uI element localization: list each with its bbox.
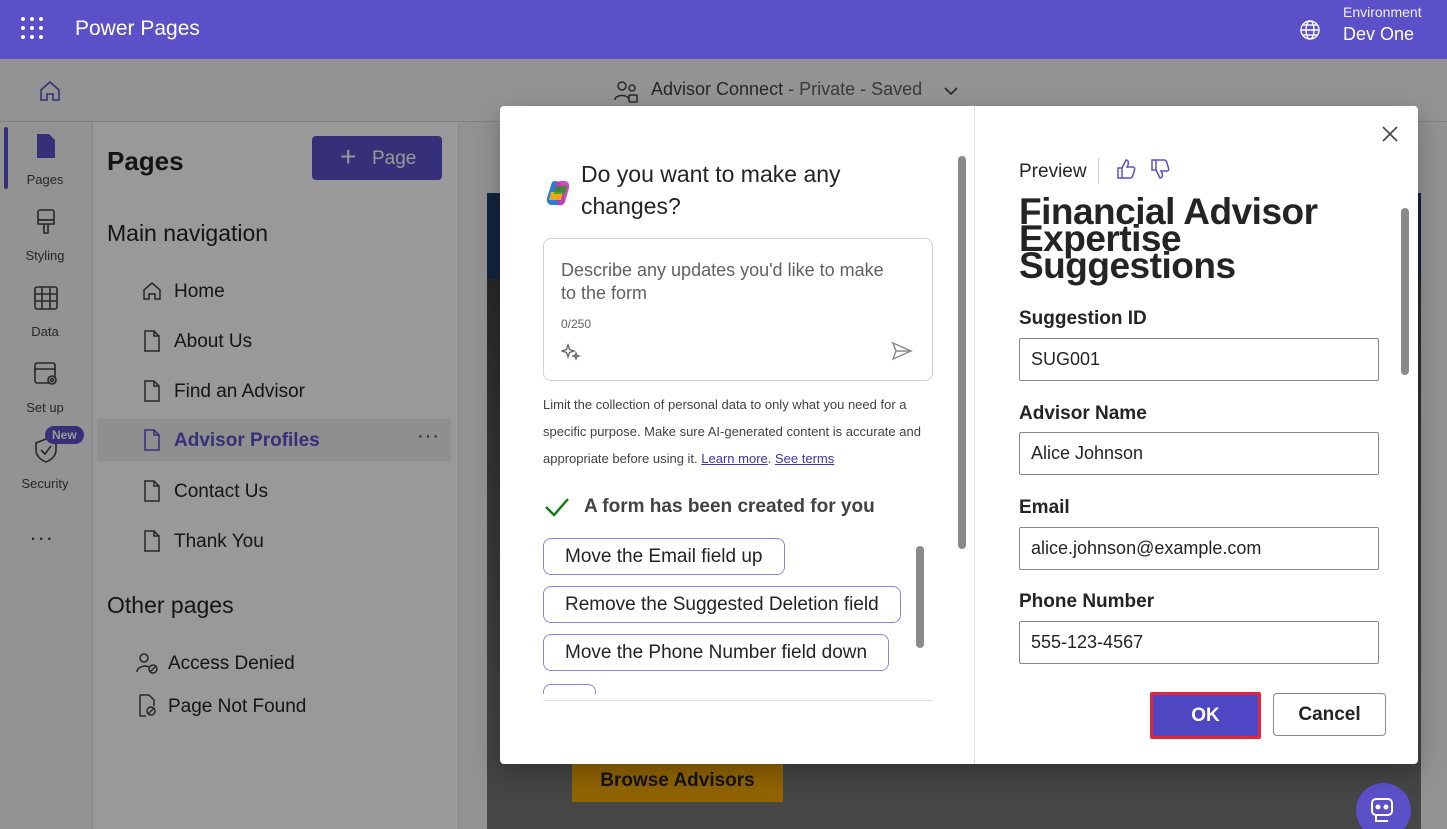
ai-disclaimer: Limit the collection of personal data to… — [543, 397, 921, 466]
environment-label: Environment — [1343, 4, 1422, 20]
app-launcher-icon[interactable] — [21, 17, 43, 39]
preview-label: Preview — [1019, 161, 1087, 182]
advisor-name-field[interactable] — [1019, 432, 1379, 475]
send-icon[interactable] — [890, 339, 914, 363]
suggestion-chip-partial[interactable] — [543, 684, 596, 694]
suggestion-chip[interactable]: Move the Phone Number field down — [543, 634, 890, 671]
sparkle-icon[interactable] — [561, 342, 581, 362]
suggestion-chip[interactable]: Remove the Suggested Deletion field — [543, 586, 901, 623]
email-field[interactable] — [1019, 527, 1379, 570]
field-label: Email — [1019, 497, 1070, 518]
form-title: Financial Advisor Expertise Suggestions — [1019, 191, 1318, 286]
learn-more-link[interactable]: Learn more — [701, 451, 767, 466]
dialog-question: Do you want to make any changes? — [581, 161, 841, 219]
globe-icon[interactable] — [1298, 18, 1322, 42]
environment-name[interactable]: Dev One — [1343, 24, 1414, 45]
prompt-placeholder: Describe any updates you'd like to make … — [561, 260, 884, 303]
divider — [543, 700, 933, 701]
app-title: Power Pages — [75, 17, 200, 40]
thumbs-up-icon[interactable] — [1115, 158, 1137, 180]
suggestions-scrollbar[interactable] — [916, 546, 924, 648]
preview-scrollbar[interactable] — [1401, 208, 1409, 375]
thumbs-down-icon[interactable] — [1149, 158, 1171, 180]
chat-pane: Do you want to make any changes? Describ… — [500, 106, 975, 764]
field-label: Suggestion ID — [1019, 308, 1147, 329]
prompt-input[interactable]: Describe any updates you'd like to make … — [543, 238, 933, 381]
divider — [1098, 158, 1099, 184]
suggestion-chip[interactable]: Move the Email field up — [543, 538, 785, 575]
suggestion-id-field[interactable] — [1019, 338, 1379, 381]
character-count: 0/250 — [561, 317, 592, 331]
copilot-logo-icon — [546, 180, 570, 206]
see-terms-link[interactable]: See terms — [775, 451, 834, 466]
copilot-form-dialog: Do you want to make any changes? Describ… — [500, 106, 1418, 764]
top-bar: Power Pages Environment Dev One — [0, 0, 1447, 59]
phone-number-field[interactable] — [1019, 621, 1379, 664]
field-label: Phone Number — [1019, 591, 1155, 612]
close-icon[interactable] — [1378, 122, 1402, 146]
cancel-button[interactable]: Cancel — [1273, 693, 1386, 736]
checkmark-icon — [545, 498, 569, 517]
copilot-bot-icon — [1371, 798, 1393, 822]
created-text: A form has been created for you — [584, 496, 875, 517]
chat-scrollbar[interactable] — [958, 156, 966, 549]
preview-pane: Preview Financial Advisor Expertise Sugg… — [976, 106, 1418, 764]
ok-button[interactable]: OK — [1150, 692, 1261, 739]
field-label: Advisor Name — [1019, 403, 1147, 424]
copilot-button[interactable] — [1356, 783, 1411, 829]
